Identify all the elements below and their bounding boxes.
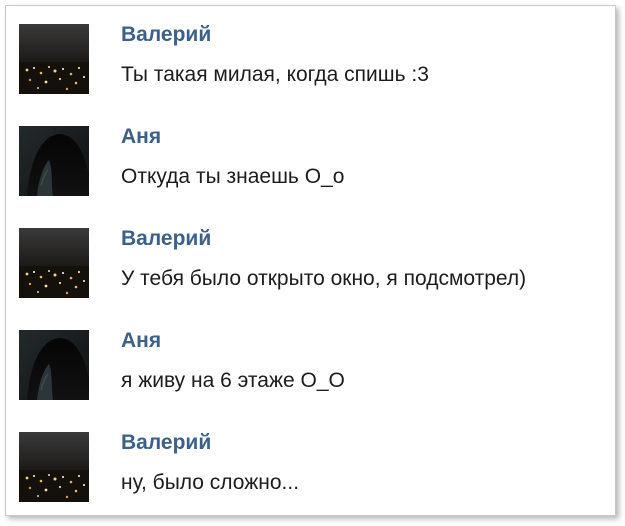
author-name[interactable]: Валерий — [121, 23, 211, 47]
message-item: Аня я живу на 6 этаже О_О — [6, 317, 615, 407]
author-name[interactable]: Аня — [121, 329, 161, 353]
message-item: Валерий У тебя было открыто окно, я подс… — [6, 215, 615, 305]
avatar-anya[interactable] — [19, 330, 89, 400]
city-night-photo-icon — [19, 24, 89, 94]
author-name[interactable]: Валерий — [121, 431, 211, 455]
message-item: Валерий ну, было сложно... — [6, 419, 615, 509]
avatar-valery[interactable] — [19, 228, 89, 298]
message-text: Откуда ты знаешь О_о — [121, 165, 345, 188]
author-name[interactable]: Валерий — [121, 227, 211, 251]
dark-portrait-photo-icon — [19, 330, 89, 400]
message-item: Аня Откуда ты знаешь О_о — [6, 113, 615, 203]
avatar-valery[interactable] — [19, 432, 89, 502]
avatar-anya[interactable] — [19, 126, 89, 196]
city-night-photo-icon — [19, 228, 89, 298]
message-text: я живу на 6 этаже О_О — [121, 369, 345, 392]
message-text: Ты такая милая, когда спишь :3 — [121, 63, 429, 86]
message-text: У тебя было открыто окно, я подсмотрел) — [121, 267, 527, 290]
avatar-valery[interactable] — [19, 24, 89, 94]
dialog-frame: Валерий Ты такая милая, когда спишь :3 А… — [5, 5, 616, 516]
dark-portrait-photo-icon — [19, 126, 89, 196]
author-name[interactable]: Аня — [121, 125, 161, 149]
message-item: Валерий Ты такая милая, когда спишь :3 — [6, 11, 615, 101]
message-text: ну, было сложно... — [121, 471, 300, 494]
city-night-photo-icon — [19, 432, 89, 502]
